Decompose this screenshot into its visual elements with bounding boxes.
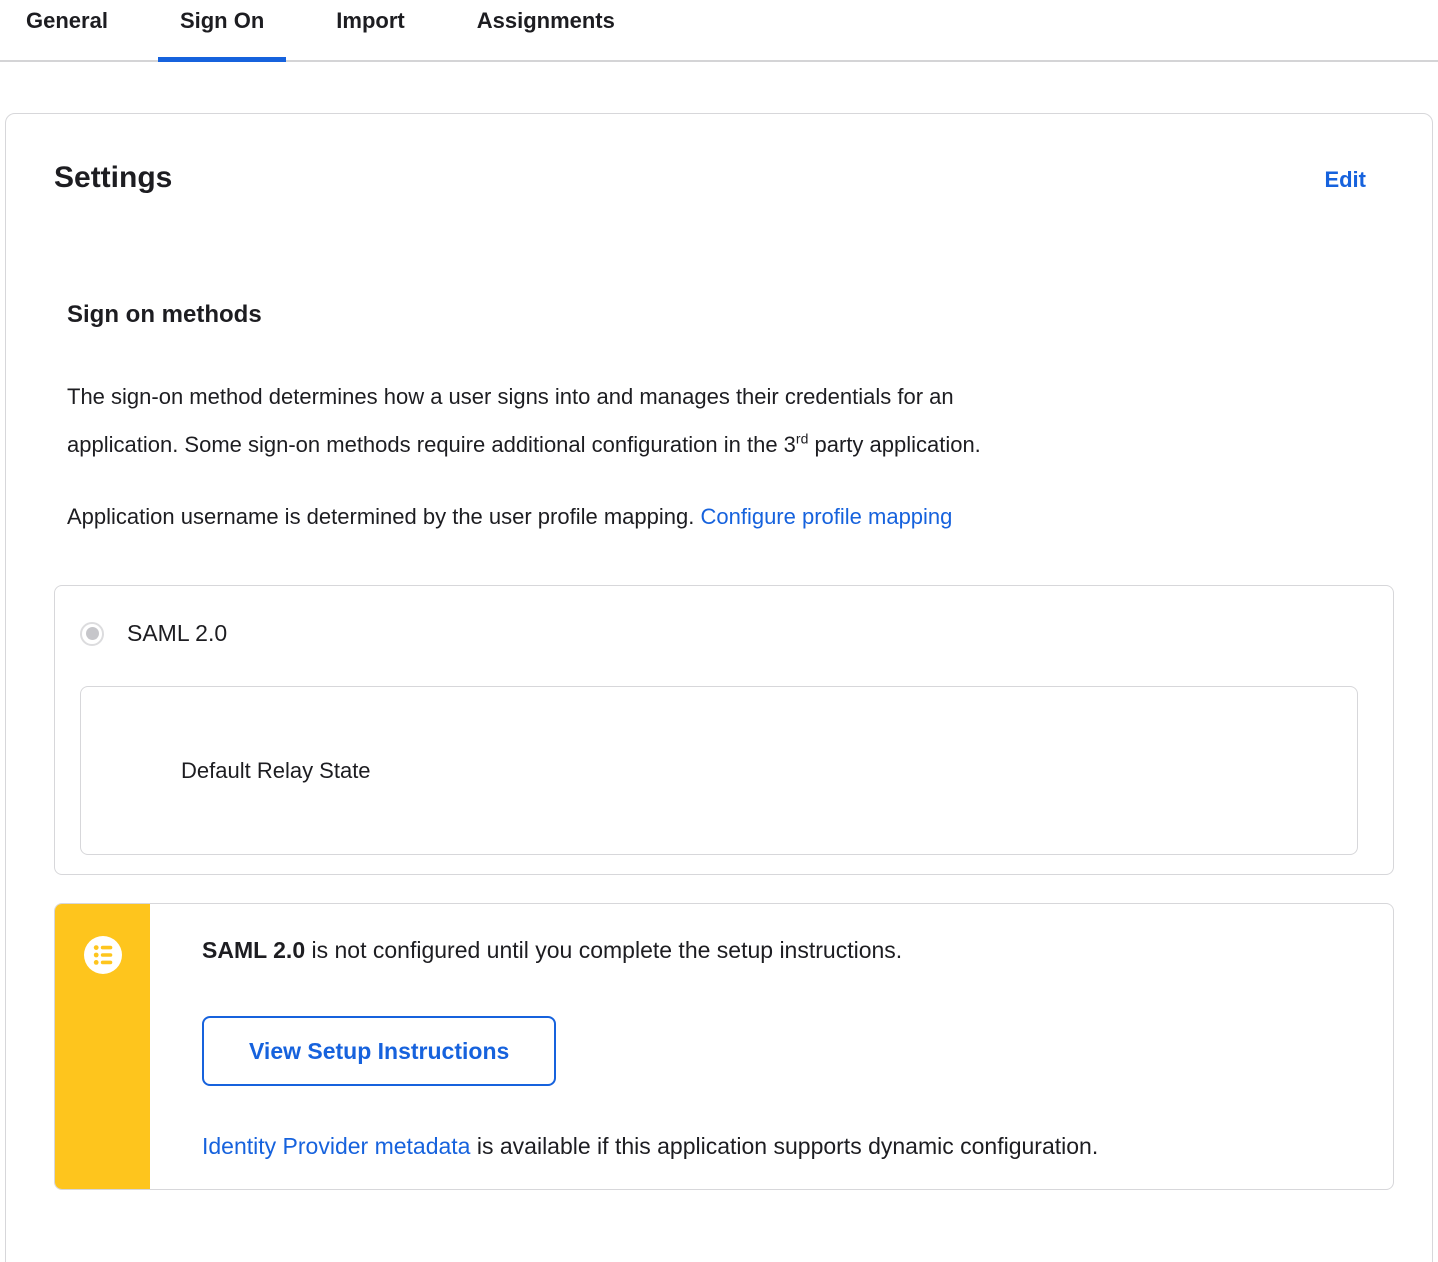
description-line-2: application. Some sign-on methods requir…	[67, 430, 981, 457]
callout-message-bold: SAML 2.0	[202, 937, 306, 963]
configure-profile-mapping-link[interactable]: Configure profile mapping	[700, 504, 952, 529]
default-relay-state-field: Default Relay State	[80, 686, 1358, 855]
page-title: Settings	[54, 161, 173, 194]
sign-on-methods-heading: Sign on methods	[67, 301, 262, 328]
saml-radio[interactable]	[80, 621, 104, 646]
tab-sign-on[interactable]: Sign On	[157, 8, 287, 62]
radio-dot	[85, 627, 99, 640]
settings-card-header: Settings Edit	[54, 159, 1394, 197]
app-tab-bar: General Sign On Import Assignments	[0, 0, 1438, 62]
callout-body: SAML 2.0 is not configured until you com…	[150, 904, 1393, 1189]
view-setup-instructions-button[interactable]: View Setup Instructions	[202, 1016, 557, 1086]
tab-general[interactable]: General	[4, 8, 130, 60]
edit-link[interactable]: Edit	[1324, 167, 1366, 193]
saml-setup-callout: SAML 2.0 is not configured until you com…	[54, 903, 1394, 1190]
sign-on-methods-section: Sign on methods The sign-on method deter…	[54, 301, 1394, 1190]
saml-radio-label: SAML 2.0	[127, 620, 228, 646]
callout-yellow-strip	[55, 904, 150, 1189]
ordinal-superscript: rd	[795, 430, 809, 447]
identity-provider-metadata-link[interactable]: Identity Provider metadata	[202, 1133, 470, 1159]
saml-method-box: SAML 2.0 Default Relay State	[54, 585, 1394, 875]
list-icon	[83, 936, 122, 974]
description-line-1: The sign-on method determines how a user…	[67, 384, 954, 409]
callout-message: SAML 2.0 is not configured until you com…	[202, 937, 903, 963]
sign-on-method-description: The sign-on method determines how a user…	[67, 373, 1394, 469]
default-relay-state-label: Default Relay State	[181, 757, 371, 783]
tab-import[interactable]: Import	[314, 8, 426, 60]
saml-radio-row: SAML 2.0	[80, 620, 1358, 647]
settings-card: Settings Edit Sign on methods The sign-o…	[5, 113, 1433, 1262]
callout-metadata-text: Identity Provider metadata is available …	[202, 1133, 1099, 1159]
application-username-text: Application username is determined by th…	[67, 504, 953, 529]
tab-assignments[interactable]: Assignments	[455, 8, 637, 60]
